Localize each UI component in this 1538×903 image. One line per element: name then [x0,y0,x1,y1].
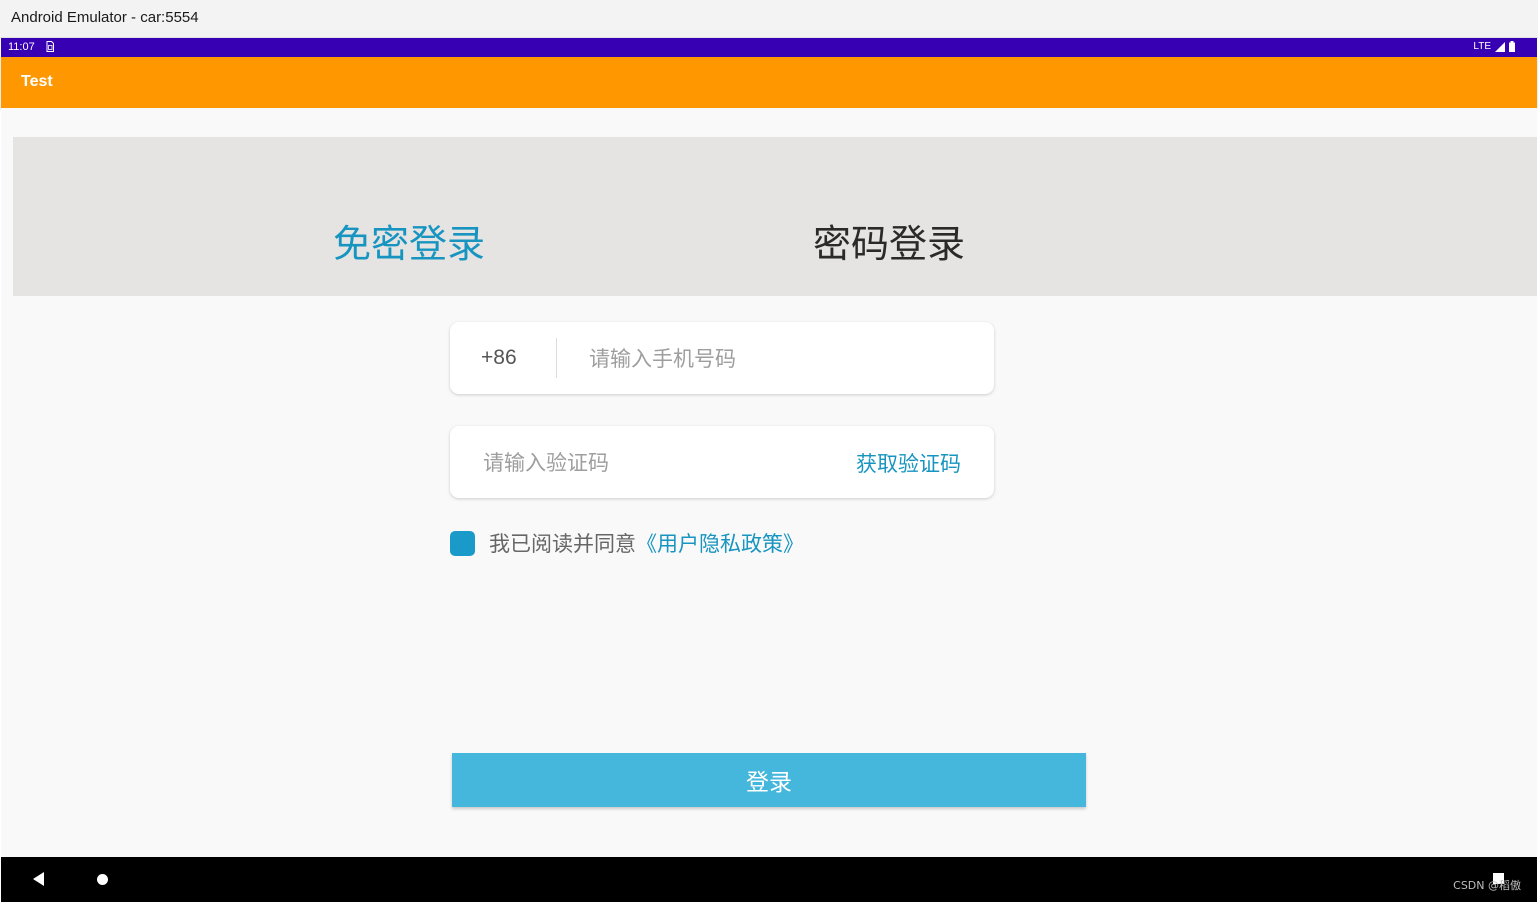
tab-password-login[interactable]: 密码登录 [813,221,965,267]
phone-input[interactable] [589,344,969,374]
navigation-bar: CSDN @稻傲 [1,857,1537,902]
app-title: Test [21,73,53,90]
status-bar: 11:07 LTE [1,38,1537,57]
login-tabs: 免密登录 密码登录 [13,137,1537,296]
agreement-checkbox[interactable] [450,530,475,556]
tab-sms-login[interactable]: 免密登录 [333,221,485,267]
window-title: Android Emulator - car:5554 [11,9,199,26]
phone-field: +86 [450,322,994,394]
status-indicators: LTE [1473,41,1515,52]
watermark: CSDN @稻傲 [1453,879,1521,892]
country-code[interactable]: +86 [481,346,517,370]
battery-icon [1509,41,1515,52]
divider [556,338,557,378]
agreement-row: 我已阅读并同意 《用户隐私政策》 [450,528,804,558]
login-screen: 免密登录 密码登录 +86 获取验证码 我已阅读并同意 《用户隐私政策》 登录 [1,108,1537,857]
back-icon[interactable] [33,872,44,886]
status-time: 11:07 [8,41,35,53]
sim-card-icon [46,41,54,52]
home-icon[interactable] [97,874,108,885]
signal-icon [1495,41,1505,52]
app-bar: Test [1,57,1537,108]
agreement-text: 我已阅读并同意 [489,532,636,556]
login-button[interactable]: 登录 [452,753,1086,807]
privacy-policy-link[interactable]: 《用户隐私政策》 [636,528,804,558]
window-titlebar: Android Emulator - car:5554 [0,0,1538,38]
verification-code-field: 获取验证码 [450,426,994,498]
network-type: LTE [1473,41,1491,52]
get-code-button[interactable]: 获取验证码 [856,448,961,478]
verification-code-input[interactable] [483,448,813,478]
